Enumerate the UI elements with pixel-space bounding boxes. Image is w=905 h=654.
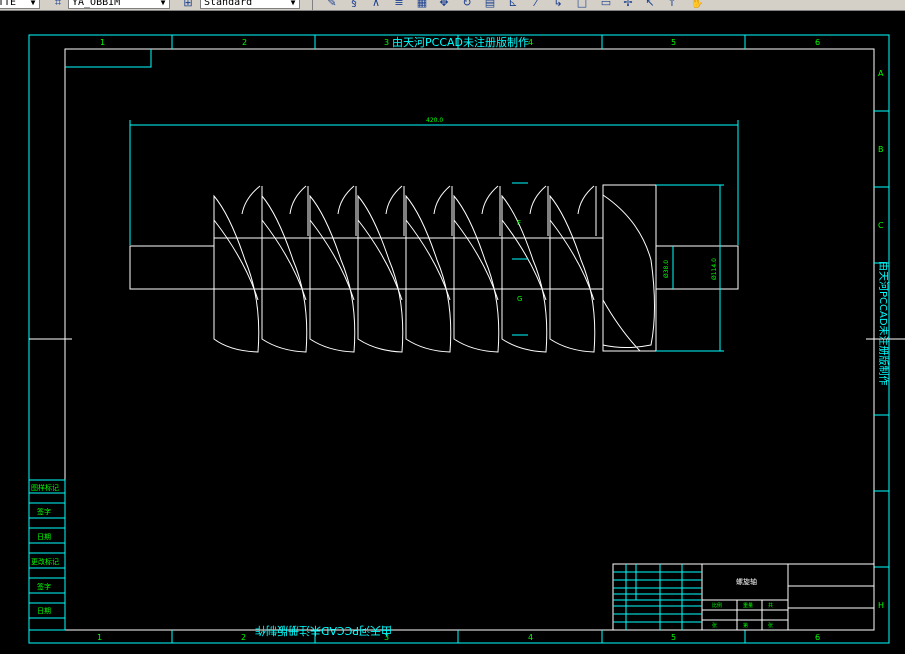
linetype-combo[interactable]: YA_OBBIM ▼ <box>68 0 170 9</box>
title-cell: 共 <box>768 602 773 609</box>
angle-icon[interactable]: ∧ <box>370 0 382 9</box>
pencil-icon[interactable]: ✎ <box>326 0 338 9</box>
title-cell: 张 <box>712 622 717 629</box>
grid-icon[interactable]: ▦ <box>416 0 428 9</box>
title-block-grid <box>612 563 875 631</box>
arrow-icon[interactable]: ↳ <box>552 0 564 9</box>
brush-icon[interactable]: § <box>348 0 360 9</box>
watermark-top: 由天河PCCAD未注册版制作 <box>392 35 529 49</box>
zone-number: 1 <box>97 633 102 642</box>
title-cell: 张 <box>768 622 773 629</box>
curve-icon[interactable]: ⁄ <box>530 0 542 9</box>
part-name: 螺旋轴 <box>736 577 757 586</box>
textstyle-combo[interactable]: Standard ▼ <box>200 0 300 9</box>
zone-dividers <box>171 35 889 643</box>
small-diameter-text: Ø38.0 <box>663 260 670 278</box>
zone-number: 2 <box>241 633 246 642</box>
layer-combo[interactable]: TTE ▼ <box>0 0 40 9</box>
stamp-label: 更改标记 <box>31 557 59 566</box>
title-block-left-grid <box>613 564 702 630</box>
zone-number: 5 <box>671 633 676 642</box>
zone-letter: H <box>878 601 884 610</box>
drawing-canvas[interactable]: 1 2 3 4 5 6 1 2 3 4 5 6 A B C H 由天河PCCAD… <box>0 11 905 654</box>
title-cell: 重量 <box>743 602 753 609</box>
box-icon[interactable]: □ <box>576 0 588 9</box>
shaft-outline <box>129 184 739 352</box>
stamp-label: 签字 <box>37 582 51 591</box>
hand-icon[interactable]: ✋ <box>690 0 704 9</box>
zone-number: 6 <box>815 38 820 47</box>
stamp-label: 日期 <box>37 533 51 541</box>
rect-icon[interactable]: ▭ <box>600 0 612 9</box>
table-icon[interactable]: ▤ <box>484 0 496 9</box>
zone-letter: B <box>878 145 884 154</box>
text-icon[interactable]: ≡ <box>393 0 405 9</box>
up-icon[interactable]: ↑ <box>666 0 678 9</box>
stamp-label: 日期 <box>37 607 51 615</box>
zone-number: 1 <box>100 38 105 47</box>
watermark-bottom: 由天河PCCAD未注册版制作 <box>255 624 392 638</box>
zone-letter: A <box>878 69 884 78</box>
rotate-icon[interactable]: ↻ <box>461 0 473 9</box>
length-dimension <box>129 120 739 245</box>
title-cell: 比例 <box>712 602 722 609</box>
cad-drawing: 1 2 3 4 5 6 1 2 3 4 5 6 A B C H 由天河PCCAD… <box>28 34 905 644</box>
pointer-icon[interactable]: ↖ <box>644 0 656 9</box>
zone-number: 3 <box>384 38 389 47</box>
inner-border <box>64 48 875 631</box>
chevron-down-icon: ▼ <box>290 0 296 7</box>
zone-number: 4 <box>528 633 533 642</box>
section-marks <box>512 182 528 336</box>
stamp-label: 图样标记 <box>31 483 59 492</box>
layer-value: TTE <box>0 0 17 8</box>
section-label: F <box>517 219 521 227</box>
stamp-label: 签字 <box>37 507 51 516</box>
toolbar-separator <box>312 0 313 10</box>
spiral-flights <box>213 185 655 353</box>
section-label: G <box>517 295 522 303</box>
chevron-down-icon: ▼ <box>160 0 166 7</box>
move-icon[interactable]: ✢ <box>622 0 634 9</box>
length-dimension-text: 420.0 <box>426 117 443 124</box>
title-cell: 第 <box>743 622 748 629</box>
zone-number: 6 <box>815 633 820 642</box>
linetype-value: YA_OBBIM <box>72 0 121 8</box>
outer-border <box>28 34 890 644</box>
textstyle-icon[interactable]: ⊞ <box>182 0 194 9</box>
zone-number: 2 <box>242 38 247 47</box>
zone-letter: C <box>878 221 884 230</box>
measure-icon[interactable]: ⊾ <box>507 0 519 9</box>
zone-number: 5 <box>671 38 676 47</box>
cad-toolbar: TTE ▼ ⌗ YA_OBBIM ▼ ⊞ Standard ▼ ✎ § ∧ ≡ … <box>0 0 905 11</box>
linetype-icon[interactable]: ⌗ <box>52 0 64 9</box>
large-diameter-text: Ø114.0 <box>711 258 718 280</box>
chevron-down-icon: ▼ <box>30 0 36 7</box>
watermark-right: 由天河PCCAD未注册版制作 <box>877 261 890 386</box>
pan-icon[interactable]: ✥ <box>438 0 450 9</box>
corner-box <box>65 49 152 68</box>
textstyle-value: Standard <box>204 0 253 8</box>
